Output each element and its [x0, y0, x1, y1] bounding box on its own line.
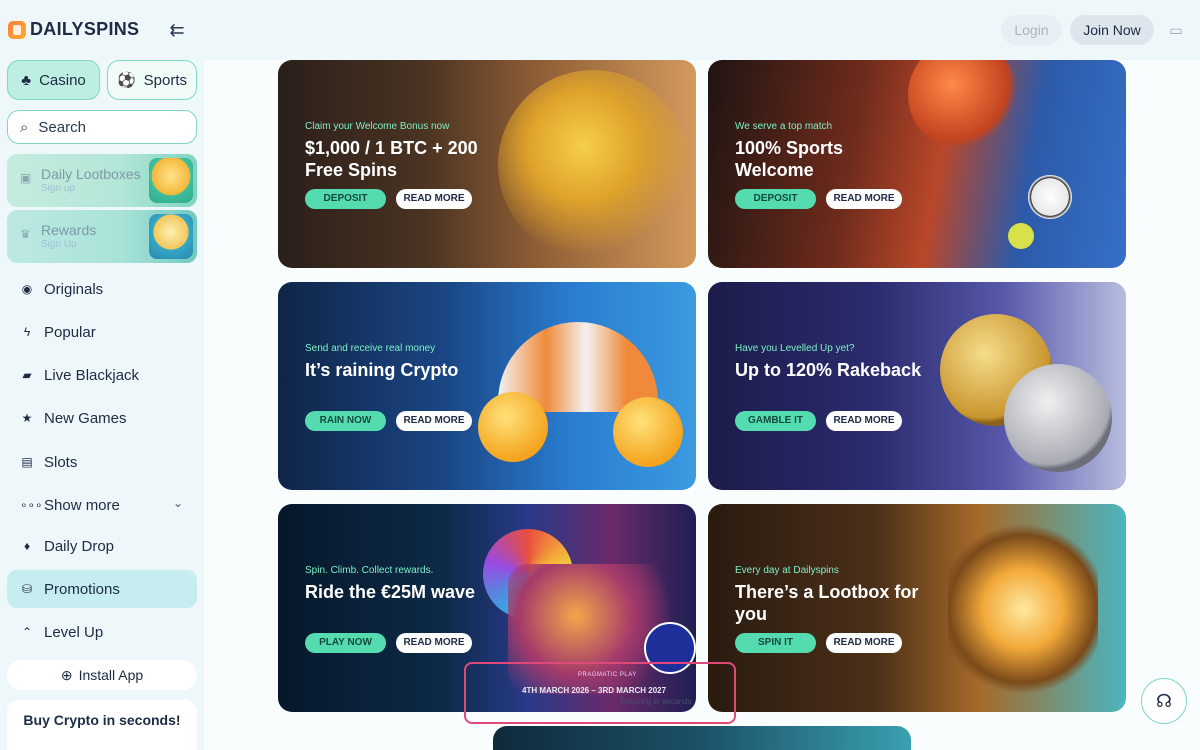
sidebar-item-level-up[interactable]: ⌃ Level Up: [7, 613, 197, 651]
card-subtitle: Sign up: [41, 183, 75, 194]
promo-title: There’s a Lootbox for you: [735, 582, 919, 624]
promo-card-partial[interactable]: [493, 726, 911, 750]
sidebar-item-live-blackjack[interactable]: ▰ Live Blackjack: [7, 356, 197, 394]
login-button[interactable]: Login: [1001, 15, 1062, 45]
search-input[interactable]: ⌕ Search: [7, 110, 197, 144]
coin-pot-image: [149, 214, 193, 259]
tab-label: Sports: [143, 71, 188, 89]
sidebar-item-label: Level Up: [44, 623, 104, 641]
play-now-button[interactable]: PLAY NOW: [305, 633, 386, 653]
sidebar-item-popular[interactable]: ϟ Popular: [7, 313, 197, 351]
search-icon: ⌕: [20, 118, 29, 136]
cards-icon: ▰: [22, 368, 32, 382]
tab-casino[interactable]: ♣ Casino: [7, 60, 100, 100]
promo-title: 100% Sports Welcome: [735, 138, 844, 180]
promo-card-sports-welcome[interactable]: We serve a top match 100% Sports Welcome…: [708, 60, 1126, 268]
treasure-chest-image: [149, 158, 193, 203]
install-app-button[interactable]: ⊕ Install App: [7, 660, 197, 690]
sidebar-item-label: Slots: [44, 453, 78, 471]
read-more-button[interactable]: READ MORE: [396, 633, 472, 653]
download-icon: ⊕: [60, 666, 73, 683]
read-more-button[interactable]: READ MORE: [396, 411, 472, 431]
promo-eyebrow: Claim your Welcome Bonus now: [305, 121, 450, 132]
card-title: Daily Lootboxes: [41, 166, 141, 182]
promo-eyebrow: Send and receive real money: [305, 343, 436, 354]
sidebar-item-new-games[interactable]: ★ New Games: [7, 399, 197, 437]
sidebar-item-originals[interactable]: ◉ Originals: [7, 270, 197, 308]
sidebar-item-slots[interactable]: ▤ Slots: [7, 443, 197, 481]
promotions-icon: ⛁: [21, 582, 33, 596]
dots-icon: ∘∘∘: [20, 498, 43, 512]
levelup-icon: ⌃: [21, 625, 33, 639]
sidebar-item-daily-drop[interactable]: ♦ Daily Drop: [7, 527, 197, 565]
spin-it-button[interactable]: SPIN IT: [735, 633, 816, 653]
gamble-it-button[interactable]: GAMBLE IT: [735, 411, 816, 431]
brand-logo[interactable]: DAILYSPINS: [8, 19, 139, 40]
buy-crypto-banner[interactable]: Buy Crypto in seconds!: [7, 700, 197, 750]
promo-eyebrow: Have you Levelled Up yet?: [735, 343, 855, 354]
slots-icon: ▤: [21, 455, 33, 469]
top-bar: DAILYSPINS ⇇ Login Join Now ▭: [0, 0, 1200, 60]
promo-title: $1,000 / 1 BTC + 200 Free Spins: [305, 138, 478, 180]
read-more-button[interactable]: READ MORE: [396, 189, 472, 209]
gift-icon: ▣: [20, 171, 32, 185]
read-more-button[interactable]: READ MORE: [826, 189, 902, 209]
support-headset-icon[interactable]: ☊: [1141, 678, 1187, 724]
chevron-down-icon: ⌄: [172, 496, 183, 510]
promo-title: Up to 120% Rakeback: [735, 360, 922, 380]
card-subtitle: Sign Up: [41, 239, 77, 250]
promo-card-rakeback[interactable]: Have you Levelled Up yet? Up to 120% Rak…: [708, 282, 1126, 490]
sidebar-item-label: Promotions: [44, 580, 120, 598]
highlight-box: [464, 662, 736, 724]
star-icon: ★: [21, 411, 33, 425]
install-label: Install App: [78, 667, 144, 683]
sidebar-item-show-more[interactable]: ∘∘∘ Show more ⌄: [7, 486, 197, 524]
read-more-button[interactable]: READ MORE: [826, 633, 902, 653]
brand-name: DAILYSPINS: [30, 19, 140, 39]
silver-whale-coin-icon: [1004, 364, 1112, 472]
sidebar-item-promotions[interactable]: ⛁ Promotions: [7, 570, 197, 608]
soccer-ball-image: [1028, 175, 1072, 219]
collapse-sidebar-icon[interactable]: ⇇: [166, 19, 188, 41]
casino-icon: ♣: [21, 71, 32, 89]
promo-card-crypto-rain[interactable]: Send and receive real money It’s raining…: [278, 282, 696, 490]
promo-card-lootbox[interactable]: Every day at Dailyspins There’s a Lootbo…: [708, 504, 1126, 712]
litecoin-coin-icon: [613, 397, 683, 467]
read-more-button[interactable]: READ MORE: [826, 411, 902, 431]
bitcoin-coin-icon: [478, 392, 548, 462]
sidebar-item-label: Live Blackjack: [44, 366, 140, 384]
sidebar-item-label: Originals: [44, 280, 104, 298]
search-placeholder: Search: [38, 118, 86, 136]
sports-icon: ⚽: [116, 72, 136, 89]
sidebar-item-label: Daily Drop: [44, 537, 115, 555]
promo-card-welcome-bonus[interactable]: Claim your Welcome Bonus now $1,000 / 1 …: [278, 60, 696, 268]
bolt-icon: ϟ: [23, 325, 31, 339]
deposit-button[interactable]: DEPOSIT: [305, 189, 386, 209]
drop-icon: ♦: [23, 539, 31, 553]
join-now-button[interactable]: Join Now: [1070, 15, 1154, 45]
pirate-characters-image: [498, 70, 688, 260]
treasure-chest-image: [948, 524, 1098, 694]
rewards-card[interactable]: ♛ Rewards Sign Up: [7, 210, 197, 263]
sidebar: ♣ Casino ⚽ Sports ⌕ Search ▣ Daily Lootb…: [0, 60, 204, 750]
logo-icon: [8, 20, 26, 39]
originals-icon: ◉: [21, 282, 33, 296]
sidebar-item-label: Popular: [44, 323, 96, 341]
tennis-ball-image: [1008, 223, 1034, 249]
tab-label: Casino: [39, 71, 86, 89]
promo-title: It’s raining Crypto: [305, 360, 459, 380]
deposit-button[interactable]: DEPOSIT: [735, 189, 816, 209]
chat-icon[interactable]: ▭: [1166, 20, 1186, 40]
promo-eyebrow: We serve a top match: [735, 121, 833, 132]
promo-eyebrow: Every day at Dailyspins: [735, 565, 839, 576]
daily-lootboxes-card[interactable]: ▣ Daily Lootboxes Sign up: [7, 154, 197, 207]
tab-sports[interactable]: ⚽ Sports: [107, 60, 197, 100]
trophy-icon: ♛: [20, 227, 31, 241]
promo-eyebrow: Spin. Climb. Collect rewards.: [305, 565, 434, 576]
sidebar-item-label: New Games: [44, 409, 127, 427]
card-title: Rewards: [41, 222, 97, 238]
sidebar-item-label: Show more: [44, 496, 120, 514]
promo-title: Ride the €25M wave: [305, 582, 476, 602]
rain-now-button[interactable]: RAIN NOW: [305, 411, 386, 431]
